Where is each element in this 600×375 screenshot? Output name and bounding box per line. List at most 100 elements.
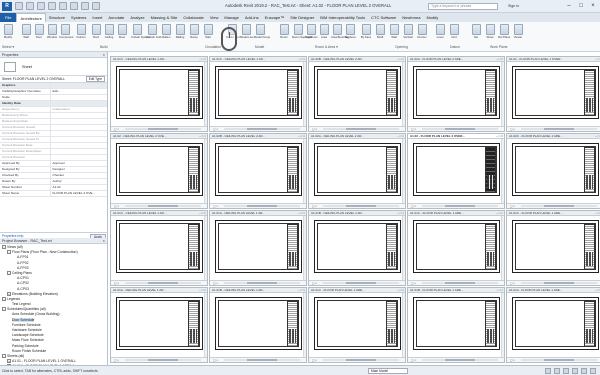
- vertical-scrollbar[interactable]: [303, 139, 306, 205]
- horizontal-scrollbar[interactable]: [224, 359, 300, 361]
- horizontal-scrollbar[interactable]: [224, 205, 300, 207]
- worksets-icon[interactable]: [545, 368, 551, 374]
- tab-add-ins[interactable]: Add-Ins: [242, 13, 262, 22]
- vertical-scrollbar[interactable]: [204, 139, 207, 205]
- tool-tag-room-button[interactable]: Tag Room: [305, 24, 318, 39]
- horizontal-scrollbar[interactable]: [521, 128, 597, 130]
- ribbon-panel-label[interactable]: Circulation: [205, 45, 221, 49]
- tool-grid-button[interactable]: Grid: [448, 24, 460, 39]
- tab-structure[interactable]: Structure: [46, 13, 68, 22]
- tool-viewer-button[interactable]: Viewer: [512, 24, 524, 39]
- tab-enscape[interactable]: Enscape™: [262, 13, 288, 22]
- sheet-view-tile[interactable]: A1.01A - CEILING PLAN LEVEL 1 AR... – □ ×…: [209, 210, 307, 286]
- vertical-scrollbar[interactable]: [501, 293, 504, 359]
- horizontal-scrollbar[interactable]: [125, 282, 201, 284]
- horizontal-scrollbar[interactable]: [323, 359, 399, 361]
- tool-window-button[interactable]: Window: [46, 24, 58, 39]
- redo-icon[interactable]: [48, 2, 56, 10]
- sheet-view-tile[interactable]: A1.02 - CEILING PLAN LEVEL 2 OVE... – □ ×…: [110, 133, 208, 209]
- collapse-icon[interactable]: -: [2, 296, 6, 301]
- select-pinned-icon[interactable]: [581, 368, 587, 374]
- tab-bim-interoperability-tools[interactable]: BIM Interoperability Tools: [317, 13, 368, 22]
- sheet-view-tile[interactable]: A1.01C - CEILING PLAN LEVEL 1 AR... – □ ×…: [110, 56, 208, 132]
- vertical-scrollbar[interactable]: [402, 216, 405, 282]
- horizontal-scrollbar[interactable]: [422, 128, 498, 130]
- view-control-icon[interactable]: ◻ ◐: [114, 281, 119, 285]
- tab-analyze[interactable]: Analyze: [127, 13, 147, 22]
- tab-architecture[interactable]: Architecture: [16, 13, 46, 22]
- view-control-icon[interactable]: ◻ ◐: [411, 281, 416, 285]
- view-control-icon[interactable]: ◻ ◐: [312, 204, 317, 208]
- maximize-icon[interactable]: □: [576, 2, 586, 10]
- horizontal-scrollbar[interactable]: [521, 359, 597, 361]
- tool-wall-opening-button[interactable]: Wall: [388, 24, 400, 39]
- view-control-icon[interactable]: ◻ ◐: [114, 127, 119, 131]
- vertical-scrollbar[interactable]: [501, 139, 504, 205]
- tab-systems[interactable]: Systems: [68, 13, 89, 22]
- tool-model-group-button[interactable]: Model Group: [254, 24, 270, 39]
- tool-ref-plane-button[interactable]: Ref Plane: [498, 24, 510, 39]
- horizontal-scrollbar[interactable]: [323, 128, 399, 130]
- horizontal-scrollbar[interactable]: [521, 282, 597, 284]
- ribbon-panel-label[interactable]: Opening: [395, 45, 408, 49]
- tool-modify-button[interactable]: Modify: [2, 24, 14, 39]
- undo-icon[interactable]: [37, 2, 45, 10]
- vertical-scrollbar[interactable]: [402, 62, 405, 128]
- tab-annotate[interactable]: Annotate: [105, 13, 127, 22]
- property-row[interactable]: Sheet Name FLOOR PLAN LEVEL 2 OVE...: [0, 190, 107, 197]
- sheet-view-tile[interactable]: A1.01C - FLOOR PLAN LEVEL 1 ARE...– □ × ◻…: [308, 287, 406, 363]
- search-input[interactable]: Type a keyword or phrase: [428, 3, 498, 10]
- tool-dormer-button[interactable]: Dormer: [416, 24, 428, 39]
- tool-by-face-button[interactable]: By Face: [360, 24, 372, 39]
- sheet-view-tile[interactable]: A1.02B - CEILING PLAN LEVEL 2 AR... – □ ×…: [308, 56, 406, 132]
- vertical-scrollbar[interactable]: [402, 139, 405, 205]
- vertical-scrollbar[interactable]: [303, 62, 306, 128]
- vertical-scrollbar[interactable]: [303, 293, 306, 359]
- view-control-icon[interactable]: ◻ ◐: [510, 281, 515, 285]
- sheet-view-tile[interactable]: A1.02B - CEILING PLAN LEVEL 2 AR... – □ ×…: [209, 133, 307, 209]
- ribbon-panel-label[interactable]: Room & Area ▾: [315, 45, 338, 49]
- tab-insert[interactable]: Insert: [89, 13, 105, 22]
- sheet-view-tile[interactable]: A1.01C - FLOOR PLAN LEVEL 1 ARE...– □ × ◻…: [407, 210, 505, 286]
- view-control-icon[interactable]: ◻ ◐: [114, 204, 119, 208]
- sign-in-link[interactable]: Sign In: [508, 4, 519, 8]
- model-selector[interactable]: Main Model: [368, 368, 408, 374]
- tool-component-button[interactable]: Component: [59, 24, 73, 39]
- sheet-view-tile[interactable]: A1.01A - FLOOR PLAN LEVEL 1 ARE...– □ × ◻…: [506, 287, 600, 363]
- save-icon[interactable]: [26, 2, 34, 10]
- ribbon-panel-label[interactable]: Build: [100, 45, 108, 49]
- sheet-view-tile[interactable]: A1.01C - CEILING PLAN LEVEL 1 AR... – □ ×…: [209, 56, 307, 132]
- tool-door-button[interactable]: Door: [33, 24, 45, 39]
- horizontal-scrollbar[interactable]: [521, 205, 597, 207]
- ribbon-panel-label[interactable]: Model: [255, 45, 264, 49]
- view-control-icon[interactable]: ◻ ◐: [312, 358, 317, 362]
- vertical-scrollbar[interactable]: [501, 62, 504, 128]
- view-control-icon[interactable]: ◻ ◐: [114, 358, 119, 362]
- edit-type-button[interactable]: Edit Type: [85, 76, 105, 82]
- view-control-icon[interactable]: ◻ ◐: [411, 358, 416, 362]
- sheet-view-tile[interactable]: A1.01 - FLOOR PLAN LEVEL 1 OVER...– □ × ◻…: [506, 56, 600, 132]
- tool-railing-button[interactable]: Railing: [174, 24, 186, 39]
- sheet-view-tile[interactable]: A1.01B - CEILING PLAN LEVEL 1 AR... – □ ×…: [209, 287, 307, 363]
- ribbon-panel-label[interactable]: Select ▾: [2, 45, 14, 49]
- tab-ctc-software[interactable]: CTC Software: [368, 13, 399, 22]
- tool-area-boundary-button[interactable]: Area Boundary: [331, 24, 350, 39]
- tool-show-button[interactable]: Show: [484, 24, 496, 39]
- tool-curtain-grid-button[interactable]: Curtain Grid: [146, 24, 161, 39]
- collapse-icon[interactable]: -: [2, 245, 6, 250]
- tool-curtain-system-button[interactable]: Curtain System: [131, 24, 150, 39]
- tab-site-designer[interactable]: Site Designer: [287, 13, 317, 22]
- horizontal-scrollbar[interactable]: [125, 205, 201, 207]
- open-icon[interactable]: [15, 2, 23, 10]
- tool-floor-button[interactable]: Floor: [116, 24, 128, 39]
- view-control-icon[interactable]: ◻ ◐: [411, 204, 416, 208]
- horizontal-scrollbar[interactable]: [422, 359, 498, 361]
- horizontal-scrollbar[interactable]: [224, 128, 300, 130]
- vertical-scrollbar[interactable]: [303, 216, 306, 282]
- tab-manage[interactable]: Manage: [221, 13, 241, 22]
- tool-room-button[interactable]: Room: [278, 24, 290, 39]
- view-control-icon[interactable]: ◻ ◐: [411, 127, 416, 131]
- tool-model-line-button[interactable]: Model Line: [240, 24, 254, 39]
- sheet-view-tile[interactable]: A1.02A - CEILING PLAN LEVEL 2 AR... – □ ×…: [308, 133, 406, 209]
- tab-newforma[interactable]: Newforma: [399, 13, 423, 22]
